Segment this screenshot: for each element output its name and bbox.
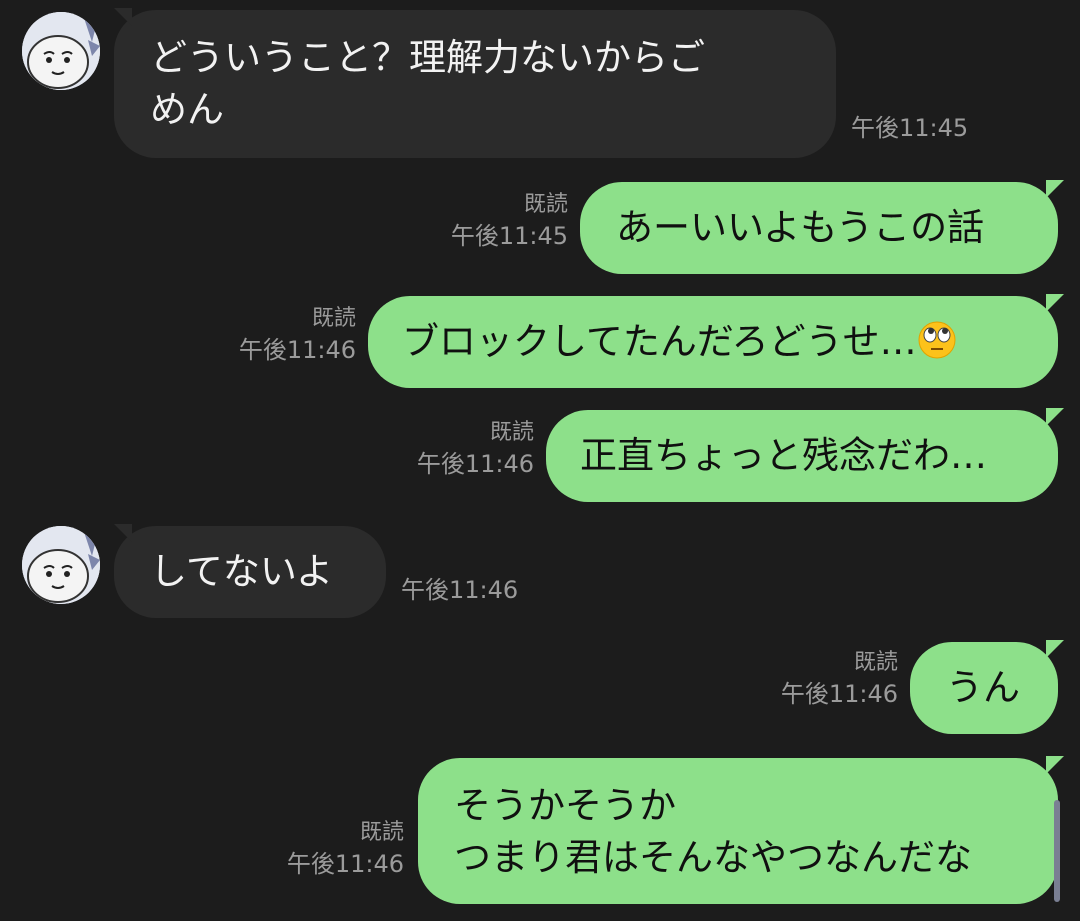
message-meta: 午後11:46 — [401, 574, 518, 606]
message-meta: 既読 午後11:46 — [218, 304, 356, 366]
message-time: 午後11:46 — [416, 450, 534, 478]
message-text-line: そうかそうか — [454, 784, 676, 827]
bubble-tail — [1046, 294, 1064, 312]
message-text-line: してないよ — [150, 550, 334, 593]
message-time: 午後11:46 — [286, 850, 404, 878]
message-meta: 既読 午後11:45 — [430, 190, 568, 252]
message-text-line: 正直ちょっと残念だわ… — [580, 434, 987, 477]
bubble-tail — [1046, 408, 1064, 426]
message-text-line: うん — [946, 666, 1020, 709]
message-bubble-outgoing[interactable]: ブロックしてたんだろどうせ… — [368, 296, 1058, 388]
read-receipt: 既読 — [311, 306, 356, 331]
scrollbar[interactable] — [1054, 800, 1060, 902]
message-text-line: つまり君はそんなやつなんだな — [454, 836, 972, 879]
message-meta: 午後11:45 — [851, 112, 968, 144]
message-time: 午後11:46 — [780, 680, 898, 708]
bubble-tail — [114, 8, 132, 26]
avatar-face-icon — [22, 12, 100, 90]
message-time: 午後11:45 — [851, 114, 969, 142]
message-bubble-outgoing[interactable]: そうかそうか つまり君はそんなやつなんだな — [418, 758, 1058, 904]
bubble-tail — [114, 524, 132, 542]
contact-avatar[interactable] — [22, 12, 100, 90]
bubble-tail — [1046, 756, 1064, 774]
message-meta: 既読 午後11:46 — [266, 818, 404, 880]
contact-avatar[interactable] — [22, 526, 100, 604]
message-bubble-outgoing[interactable]: あーいいよもうこの話 — [580, 182, 1058, 274]
read-receipt: 既読 — [489, 420, 534, 445]
message-bubble-outgoing[interactable]: 正直ちょっと残念だわ… — [546, 410, 1058, 502]
avatar-face-icon — [22, 526, 100, 604]
message-meta: 既読 午後11:46 — [760, 648, 898, 710]
bubble-tail — [1046, 640, 1064, 658]
message-text-line: ブロックしてたんだろどうせ… — [402, 320, 917, 363]
message-bubble-incoming[interactable]: どういうこと？理解力ないからご めん — [114, 10, 836, 158]
message-text-line: めん — [150, 88, 224, 131]
message-text-line: どういうこと？理解力ないからご — [150, 36, 705, 79]
message-time: 午後11:45 — [450, 222, 568, 250]
message-meta: 既読 午後11:46 — [396, 418, 534, 480]
message-time: 午後11:46 — [238, 336, 356, 364]
read-receipt: 既読 — [523, 192, 568, 217]
message-bubble-incoming[interactable]: してないよ — [114, 526, 386, 618]
read-receipt: 既読 — [853, 650, 898, 675]
message-time: 午後11:46 — [401, 576, 519, 604]
read-receipt: 既読 — [359, 820, 404, 845]
bubble-tail — [1046, 180, 1064, 198]
message-bubble-outgoing[interactable]: うん — [910, 642, 1058, 734]
face-with-rolling-eyes-icon — [918, 321, 956, 359]
message-text-line: あーいいよもうこの話 — [616, 206, 985, 249]
